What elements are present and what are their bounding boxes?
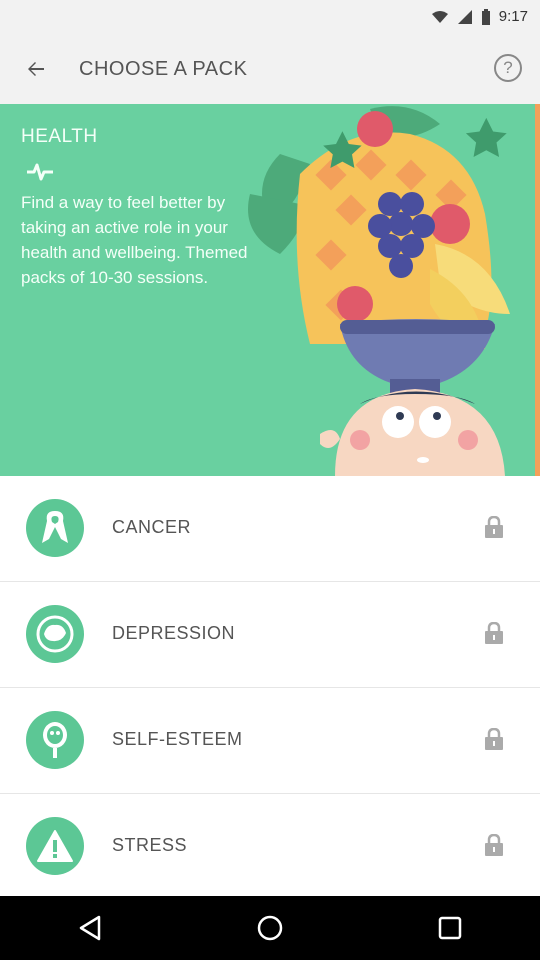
triangle-back-icon [79, 915, 101, 941]
help-icon: ? [503, 58, 513, 77]
status-icons: 9:17 [431, 8, 528, 25]
status-bar: 9:17 [0, 0, 540, 34]
arrow-left-icon [28, 62, 44, 76]
help-button[interactable]: ? [494, 54, 522, 82]
lock-icon [485, 728, 503, 750]
mirror-icon [26, 711, 84, 769]
pulse-icon [27, 163, 53, 181]
square-recents-icon [438, 916, 462, 940]
pack-item-self-esteem[interactable]: SELF-ESTEEM [0, 688, 540, 794]
status-time: 9:17 [498, 8, 528, 25]
pack-label: DEPRESSION [112, 623, 236, 643]
app-bar: CHOOSE A PACK ? [0, 34, 540, 104]
wifi-icon [431, 10, 448, 23]
nav-home-button[interactable] [240, 898, 300, 958]
signal-icon [457, 9, 472, 24]
hero-banner: HEALTH Find a way to feel better by taki… [0, 104, 540, 476]
pack-label: STRESS [112, 835, 188, 855]
pack-label: SELF-ESTEEM [112, 729, 243, 749]
circle-home-icon [257, 915, 283, 941]
cloud-face-icon [26, 605, 84, 663]
pack-item-cancer[interactable]: CANCER [0, 476, 540, 582]
nav-back-button[interactable] [60, 898, 120, 958]
pack-item-stress[interactable]: STRESS [0, 794, 540, 900]
page-title: CHOOSE A PACK [79, 58, 248, 80]
pack-category-title: HEALTH [21, 126, 98, 147]
lock-icon [485, 516, 503, 538]
warning-icon [26, 817, 84, 875]
fruit-bowl-head-illustration [248, 106, 510, 476]
pack-item-depression[interactable]: DEPRESSION [0, 582, 540, 688]
lock-icon [485, 834, 503, 856]
battery-icon [481, 8, 490, 25]
pack-list: CANCER DEPRESSION SELF-ESTEEM STRESS [0, 476, 540, 900]
ribbon-icon [26, 499, 84, 557]
pack-category-description: Find a way to feel better by taking an a… [21, 193, 248, 287]
pack-label: CANCER [112, 517, 192, 537]
lock-icon [485, 622, 503, 644]
system-nav-bar [0, 896, 540, 960]
back-button[interactable] [18, 54, 54, 84]
nav-recents-button[interactable] [420, 898, 480, 958]
